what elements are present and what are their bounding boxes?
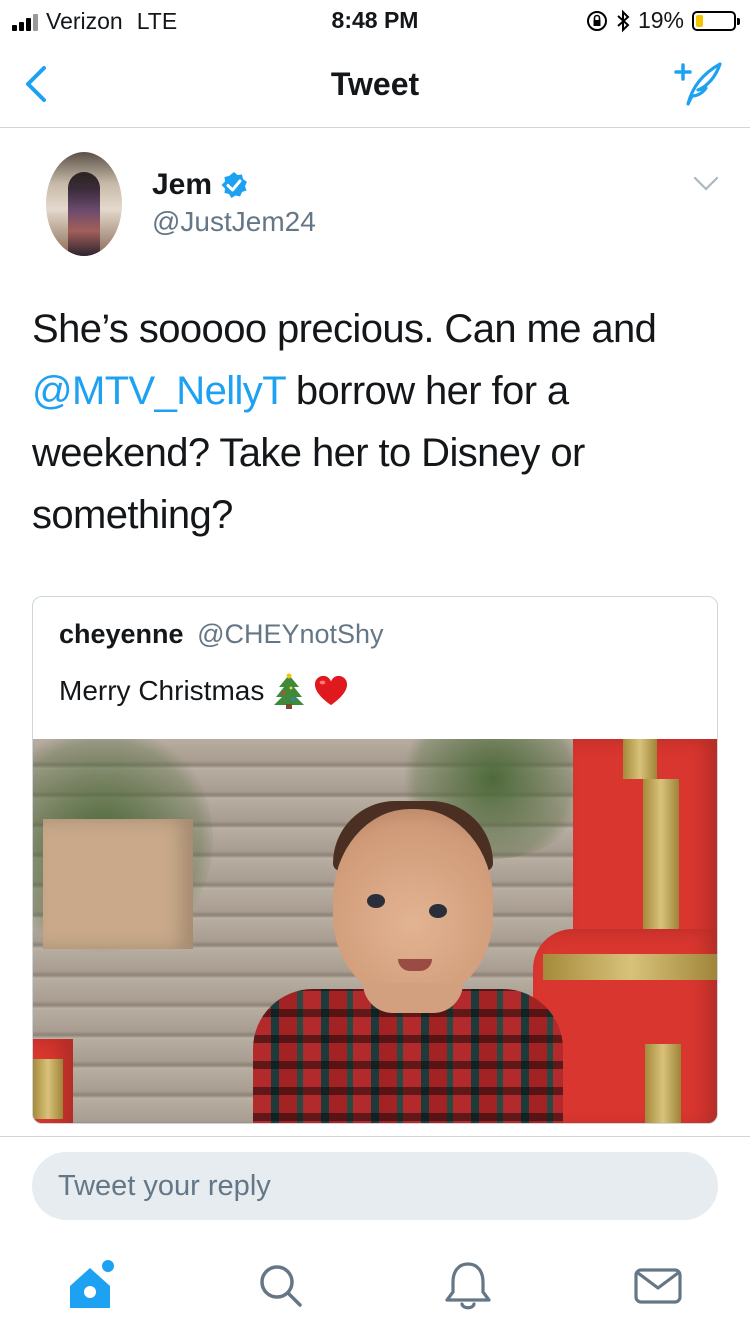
tab-messages[interactable] bbox=[630, 1258, 686, 1314]
reply-input[interactable]: Tweet your reply bbox=[32, 1152, 718, 1220]
verified-badge-icon bbox=[221, 172, 248, 198]
battery-percent: 19% bbox=[637, 7, 684, 33]
quoted-text: Merry Christmas bbox=[59, 675, 265, 706]
author-name[interactable]: Jem bbox=[152, 168, 248, 202]
notifications-icon bbox=[445, 1262, 491, 1310]
chevron-down-icon bbox=[693, 176, 719, 191]
quoted-author: cheyenne @CHEYnotShy bbox=[59, 619, 384, 650]
bluetooth-icon bbox=[617, 9, 630, 32]
search-icon bbox=[260, 1265, 302, 1307]
author-handle[interactable]: @JustJem24 bbox=[152, 206, 316, 238]
quoted-tweet-text: Merry Christmas bbox=[59, 673, 348, 709]
status-right: 19% bbox=[586, 7, 740, 34]
nav-bar: Tweet bbox=[0, 40, 750, 128]
quoted-author-name: cheyenne bbox=[59, 619, 184, 649]
tab-search[interactable] bbox=[252, 1258, 308, 1314]
tab-bar bbox=[0, 1240, 750, 1334]
messages-icon bbox=[634, 1268, 682, 1304]
christmas-tree-icon bbox=[274, 673, 305, 709]
quoted-author-handle: @CHEYnotShy bbox=[197, 619, 384, 649]
tab-home[interactable] bbox=[64, 1258, 120, 1314]
reply-divider bbox=[0, 1136, 750, 1137]
compose-button[interactable] bbox=[668, 58, 724, 108]
tweet-text-part1: She’s sooooo precious. Can me and bbox=[32, 307, 657, 351]
orientation-lock-icon bbox=[586, 10, 607, 31]
page-title: Tweet bbox=[330, 66, 420, 102]
tab-notifications[interactable] bbox=[440, 1258, 496, 1314]
red-heart-icon bbox=[315, 675, 348, 706]
tweet-options-button[interactable] bbox=[692, 174, 720, 194]
status-bar: Verizon LTE 8:48 PM 19% bbox=[0, 0, 750, 40]
battery-icon bbox=[692, 10, 740, 31]
tweet-text: She’s sooooo precious. Can me and @MTV_N… bbox=[32, 298, 722, 546]
quoted-tweet-image[interactable] bbox=[33, 739, 717, 1123]
mention-link[interactable]: @MTV_NellyT bbox=[32, 369, 286, 413]
home-icon bbox=[70, 1260, 114, 1308]
avatar[interactable] bbox=[46, 152, 122, 256]
quoted-tweet-card[interactable]: cheyenne @CHEYnotShy Merry Christmas bbox=[32, 596, 718, 1124]
compose-tweet-icon bbox=[674, 62, 722, 106]
author-name-text: Jem bbox=[152, 168, 213, 201]
